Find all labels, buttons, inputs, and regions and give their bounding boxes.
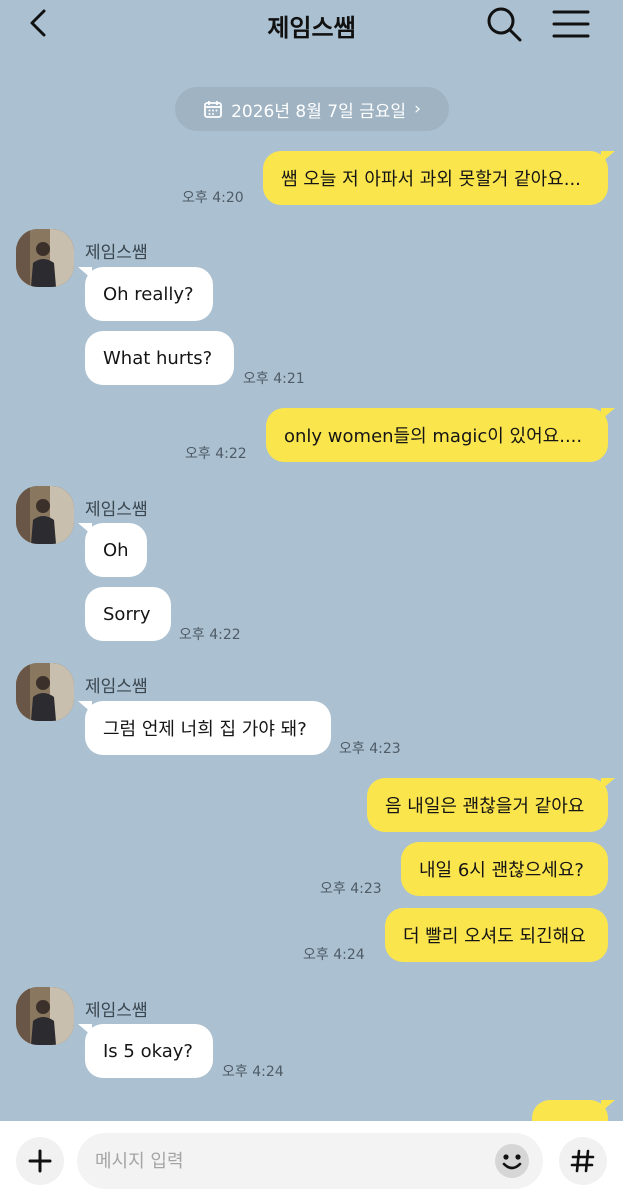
avatar[interactable] xyxy=(16,987,74,1045)
their-message-bubble[interactable]: What hurts? xyxy=(85,331,234,385)
profile-photo-image xyxy=(16,663,74,721)
message-text: Is 5 okay? xyxy=(103,1040,193,1062)
message-time: 오후 4:22 xyxy=(185,446,247,462)
input-bar xyxy=(0,1121,623,1199)
profile-photo-image xyxy=(16,987,74,1045)
emoji-button[interactable] xyxy=(493,1142,531,1180)
chat-header: 제임스쌤 xyxy=(0,0,623,48)
my-message-bubble[interactable]: only women들의 magic이 있어요.... xyxy=(266,408,615,462)
my-message-bubble[interactable]: 내일 6시 괜찮으세요? xyxy=(401,842,608,896)
profile-photo-image xyxy=(16,229,74,287)
hashtag-button[interactable] xyxy=(559,1137,607,1185)
message-time: 오후 4:22 xyxy=(179,627,241,643)
menu-button[interactable] xyxy=(548,6,592,42)
calendar-icon xyxy=(204,101,223,118)
message-time: 오후 4:23 xyxy=(339,741,401,757)
message-text: 음 내일은 괜찮을거 같아요 xyxy=(385,796,585,817)
message-text: Oh xyxy=(103,539,129,561)
my-message-bubble[interactable]: 더 빨리 오셔도 되긴해요 xyxy=(385,908,608,962)
attach-button[interactable] xyxy=(16,1137,64,1185)
their-message-bubble[interactable]: 그럼 언제 너희 집 가야 돼? xyxy=(78,701,331,755)
avatar[interactable] xyxy=(16,486,74,544)
their-message-bubble[interactable]: Is 5 okay? xyxy=(78,1024,213,1078)
message-time: 오후 4:23 xyxy=(320,881,382,897)
message-time: 오후 4:20 xyxy=(182,190,244,206)
their-message-bubble[interactable]: Oh xyxy=(78,523,147,577)
their-message-bubble[interactable]: Sorry xyxy=(85,587,171,641)
date-label: 2026년 8월 7일 금요일 xyxy=(231,101,407,122)
menu-icon xyxy=(552,10,590,38)
message-time: 오후 4:24 xyxy=(303,947,365,963)
avatar[interactable] xyxy=(16,229,74,287)
chat-title: 제임스쌤 xyxy=(267,14,356,42)
avatar[interactable] xyxy=(16,663,74,721)
emoji-icon xyxy=(495,1144,529,1178)
message-text: 내일 6시 괜찮으세요? xyxy=(419,860,584,881)
my-message-bubble[interactable]: 쌤 오늘 저 아파서 과외 못할거 같아요... xyxy=(263,151,615,205)
search-button[interactable] xyxy=(484,4,524,44)
sender-name: 제임스쌤 xyxy=(85,677,148,697)
date-divider[interactable]: 2026년 8월 7일 금요일 › xyxy=(175,87,449,131)
plus-icon xyxy=(28,1149,52,1173)
sender-name: 제임스쌤 xyxy=(85,1001,148,1021)
my-message-bubble[interactable]: 음 내일은 괜찮을거 같아요 xyxy=(367,778,615,832)
message-input[interactable] xyxy=(77,1133,543,1189)
sender-name: 제임스쌤 xyxy=(85,500,148,520)
their-message-bubble[interactable]: Oh really? xyxy=(78,267,213,321)
search-icon xyxy=(487,7,522,42)
message-text: 더 빨리 오셔도 되긴해요 xyxy=(403,926,586,947)
sender-name: 제임스쌤 xyxy=(85,243,148,263)
message-text: only women들의 magic이 있어요.... xyxy=(284,426,583,447)
hash-icon xyxy=(570,1149,595,1173)
message-text: 쌤 오늘 저 아파서 과외 못할거 같아요... xyxy=(281,169,581,190)
message-text: What hurts? xyxy=(103,347,213,369)
message-text: Sorry xyxy=(103,603,151,625)
message-text: 그럼 언제 너희 집 가야 돼? xyxy=(103,719,307,740)
message-time: 오후 4:24 xyxy=(222,1064,284,1080)
profile-photo-image xyxy=(16,486,74,544)
chevron-right-icon: › xyxy=(414,99,421,119)
message-time: 오후 4:21 xyxy=(243,371,305,387)
message-text: Oh really? xyxy=(103,283,194,305)
